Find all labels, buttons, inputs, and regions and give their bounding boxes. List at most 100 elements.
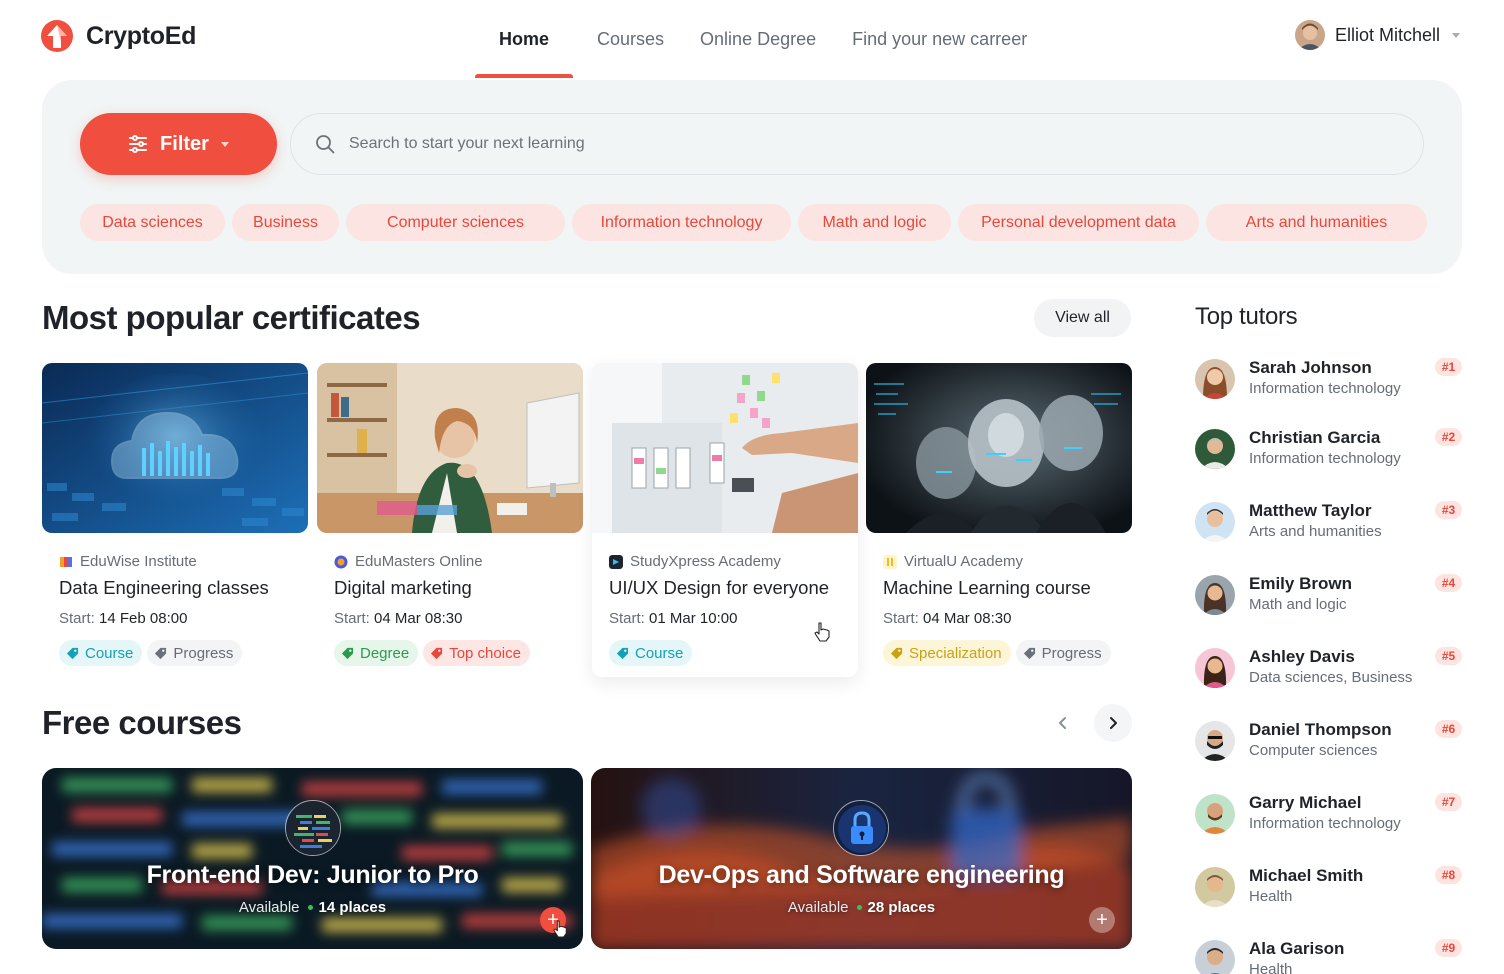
filter-button[interactable]: Filter xyxy=(80,113,277,175)
free-course-card[interactable]: Front-end Dev: Junior to Pro Available 14… xyxy=(42,768,583,949)
start-label: Start: xyxy=(59,610,95,627)
category-chip-personal-development[interactable]: Personal development data xyxy=(958,204,1199,241)
places-count: 14 places xyxy=(318,899,387,916)
avatar xyxy=(1195,575,1235,615)
user-name: Elliot Mitchell xyxy=(1334,24,1440,45)
tutor-item[interactable]: Ala Garison Health #9 xyxy=(1195,939,1462,974)
course-start: Start: 14 Feb 08:00 xyxy=(59,610,291,627)
brand-logo[interactable]: CryptoEd xyxy=(40,19,196,53)
chevron-right-icon xyxy=(1110,717,1117,729)
tag-course: Course xyxy=(59,640,143,666)
tutor-item[interactable]: Daniel Thompson Computer sciences #6 xyxy=(1195,720,1462,764)
avatar xyxy=(1195,502,1235,542)
tag-label: Course xyxy=(85,644,134,662)
nav-item-online-degree[interactable]: Online Degree xyxy=(700,0,816,78)
tutor-name: Ala Garison xyxy=(1249,939,1345,958)
tutor-item[interactable]: Michael Smith Health #8 xyxy=(1195,866,1462,910)
tutor-item[interactable]: Matthew Taylor Arts and humanities #3 xyxy=(1195,501,1462,545)
places-count: 28 places xyxy=(867,899,936,916)
chevron-down-icon xyxy=(220,141,229,147)
tag-progress: Progress xyxy=(147,640,243,666)
institution: EduMasters Online xyxy=(334,553,566,570)
start-date: 04 Mar 08:30 xyxy=(374,610,463,627)
carousel-prev-button[interactable] xyxy=(1044,704,1082,742)
institution: EduWise Institute xyxy=(59,553,291,570)
category-chip-arts-and-humanities[interactable]: Arts and humanities xyxy=(1206,204,1427,241)
certificate-card[interactable]: EduMasters Online Digital marketing Star… xyxy=(317,363,583,677)
tutor-field: Information technology xyxy=(1249,815,1401,832)
user-menu[interactable]: Elliot Mitchell xyxy=(1294,20,1460,50)
certificate-card[interactable]: VirtualU Academy Machine Learning course… xyxy=(866,363,1132,677)
tag-icon xyxy=(155,647,167,659)
hand-cursor-icon xyxy=(814,622,830,642)
avatar xyxy=(1195,867,1235,907)
available-dot-icon xyxy=(856,904,862,910)
course-title: UI/UX Design for everyone xyxy=(609,577,830,598)
category-chip-math-and-logic[interactable]: Math and logic xyxy=(798,204,951,241)
rank-badge: #1 xyxy=(1435,358,1462,376)
course-thumbnail xyxy=(866,363,1132,533)
avatar xyxy=(1195,794,1235,834)
tag-label: Specialization xyxy=(909,644,1002,662)
tutor-item[interactable]: Ashley Davis Data sciences, Business #5 xyxy=(1195,647,1462,691)
category-chip-computer-sciences[interactable]: Computer sciences xyxy=(346,204,565,241)
category-chips: Data sciences Business Computer sciences… xyxy=(80,204,1427,241)
category-chip-business[interactable]: Business xyxy=(232,204,339,241)
tutor-item[interactable]: Christian Garcia Information technology … xyxy=(1195,428,1462,472)
tag-icon xyxy=(341,647,354,659)
available-label: Available xyxy=(238,899,300,916)
tutor-field: Data sciences, Business xyxy=(1249,669,1413,686)
start-label: Start: xyxy=(609,610,645,627)
tutor-item[interactable]: Sarah Johnson Information technology #1 xyxy=(1195,358,1462,402)
section-title-tutors: Top tutors xyxy=(1195,303,1298,330)
tutor-name: Christian Garcia xyxy=(1249,428,1381,447)
free-course-card[interactable]: Dev-Ops and Software engineering Availab… xyxy=(591,768,1132,949)
tag-label: Degree xyxy=(360,644,410,662)
nav-item-courses[interactable]: Courses xyxy=(597,0,664,78)
search-icon xyxy=(316,135,335,154)
tutor-name: Daniel Thompson xyxy=(1249,720,1392,739)
tutor-name: Michael Smith xyxy=(1249,866,1364,885)
tutor-name: Garry Michael xyxy=(1249,793,1362,812)
nav-item-home[interactable]: Home xyxy=(474,0,574,78)
avatar xyxy=(1294,20,1325,50)
tutor-field: Health xyxy=(1249,961,1293,974)
institution: VirtualU Academy xyxy=(883,553,1115,570)
course-thumbnail xyxy=(317,363,583,533)
tutor-field: Information technology xyxy=(1249,450,1401,467)
search-input[interactable] xyxy=(349,135,1249,153)
tag-course: Course xyxy=(609,640,693,666)
start-date: 01 Mar 10:00 xyxy=(649,610,738,627)
tag-label: Top choice xyxy=(449,644,521,662)
brand-name: CryptoEd xyxy=(86,21,197,50)
institution-name: VirtualU Academy xyxy=(904,553,1023,570)
course-start: Start: 01 Mar 10:00 xyxy=(609,610,841,627)
tutor-item[interactable]: Garry Michael Information technology #7 xyxy=(1195,793,1462,837)
carousel-next-button[interactable] xyxy=(1094,704,1132,742)
tutor-item[interactable]: Emily Brown Math and logic #4 xyxy=(1195,574,1462,618)
top-header: CryptoEd Home Courses Online Degree Find… xyxy=(0,0,1504,78)
tag-progress: Progress xyxy=(1015,640,1111,666)
avatar xyxy=(1195,648,1235,688)
tutor-name: Sarah Johnson xyxy=(1249,358,1372,377)
view-all-button[interactable]: View all xyxy=(1034,299,1131,337)
add-course-button[interactable]: + xyxy=(1089,907,1115,933)
certificate-card[interactable]: EduWise Institute Data Engineering class… xyxy=(42,363,308,677)
tag-icon xyxy=(890,647,903,659)
category-chip-data-sciences[interactable]: Data sciences xyxy=(80,204,225,241)
rank-badge: #6 xyxy=(1435,720,1462,738)
free-course-availability: Available 28 places xyxy=(591,899,1132,916)
institution-name: StudyXpress Academy xyxy=(630,553,781,570)
start-label: Start: xyxy=(883,610,919,627)
start-label: Start: xyxy=(334,610,370,627)
category-chip-information-technology[interactable]: Information technology xyxy=(572,204,791,241)
course-thumbnail xyxy=(592,363,858,533)
tag-label: Course xyxy=(635,644,684,662)
institution-logo-icon xyxy=(609,554,623,569)
course-background xyxy=(591,768,1132,949)
search-box xyxy=(290,113,1424,175)
chevron-left-icon xyxy=(1059,717,1066,729)
tag-top-choice: Top choice xyxy=(423,640,530,666)
nav-item-find-career[interactable]: Find your new carreer xyxy=(852,0,1027,78)
tag-specialization: Specialization xyxy=(883,640,1011,666)
